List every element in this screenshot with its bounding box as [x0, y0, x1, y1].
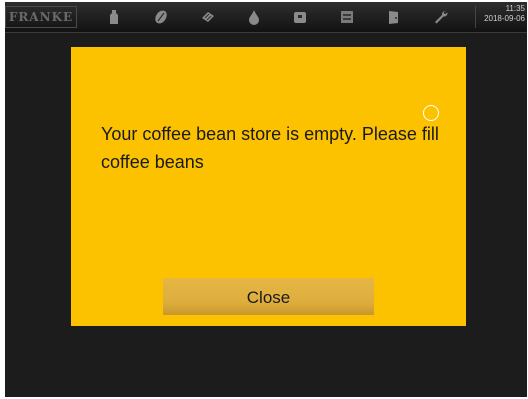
milk-bottle-icon[interactable] — [106, 9, 122, 25]
wrench-icon[interactable] — [433, 9, 449, 25]
cleaning-tablet-icon[interactable] — [200, 9, 216, 25]
franke-logo: FRANKE — [5, 6, 77, 28]
loading-indicator-icon — [423, 105, 439, 121]
clock-date: 2018-09-06 — [484, 14, 525, 23]
water-drop-icon[interactable] — [246, 9, 262, 25]
grounds-container-icon[interactable] — [292, 9, 308, 25]
coffee-bean-icon[interactable] — [153, 9, 169, 25]
clock: 11:35 2018-09-06 — [484, 4, 525, 24]
cup-heater-icon[interactable] — [339, 9, 355, 25]
separator — [475, 6, 476, 28]
clock-time: 11:35 — [505, 4, 525, 13]
close-button[interactable]: Close — [163, 278, 374, 315]
alert-message: Your coffee bean store is empty. Please … — [101, 124, 439, 172]
door-icon[interactable] — [386, 9, 402, 25]
top-bar: FRANKE 11:35 2018-09-06 — [5, 2, 527, 33]
alert-dialog: Your coffee bean store is empty. Please … — [71, 47, 466, 326]
machine-screen: FRANKE 11:35 2018-09-06 Your coffee bean… — [5, 2, 527, 397]
